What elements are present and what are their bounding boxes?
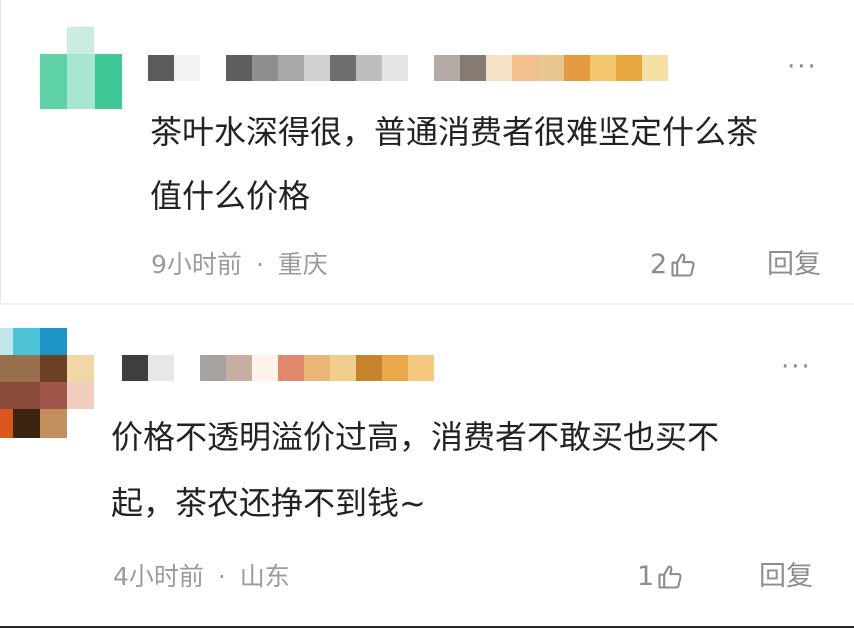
like-count: 1 bbox=[637, 561, 655, 592]
username-blurred[interactable] bbox=[122, 355, 434, 381]
more-options-button[interactable]: ··· bbox=[787, 54, 818, 80]
avatar-pixel bbox=[67, 355, 94, 382]
location: 山东 bbox=[239, 562, 290, 591]
username-pixel bbox=[304, 355, 330, 381]
reply-button[interactable]: 回复 bbox=[767, 250, 821, 280]
like-button[interactable]: 1 bbox=[637, 562, 684, 592]
avatar[interactable] bbox=[40, 27, 122, 109]
comment-meta: 4小时前 · 山东 bbox=[113, 562, 290, 592]
more-options-button[interactable]: ··· bbox=[781, 354, 812, 380]
like-count: 2 bbox=[650, 249, 668, 280]
comment-1: ··· 茶叶水深得很，普通消费者很难坚定什么茶 值什么价格 9小时前 · 重庆 … bbox=[0, 0, 854, 305]
username-pixel bbox=[174, 355, 200, 381]
avatar-pixel bbox=[67, 54, 95, 109]
username-pixel bbox=[486, 55, 512, 81]
timestamp: 9小时前 bbox=[151, 250, 242, 279]
username-pixel bbox=[408, 55, 434, 81]
comment-text-line-2: 起，茶农还挣不到钱~ bbox=[111, 484, 426, 522]
avatar-pixel bbox=[67, 382, 94, 409]
username-pixel bbox=[512, 55, 538, 81]
username-pixel bbox=[642, 55, 668, 81]
avatar[interactable] bbox=[0, 328, 94, 438]
username-pixel bbox=[408, 355, 434, 381]
avatar-pixel bbox=[13, 409, 40, 438]
username-pixel bbox=[200, 355, 226, 381]
comment-meta: 9小时前 · 重庆 bbox=[151, 250, 328, 280]
username-pixel bbox=[564, 55, 590, 81]
comment-text-line-1: 茶叶水深得很，普通消费者很难坚定什么茶 bbox=[150, 113, 759, 151]
username-pixel bbox=[356, 355, 382, 381]
avatar-pixel bbox=[40, 382, 67, 409]
username-pixel bbox=[278, 355, 304, 381]
location: 重庆 bbox=[277, 250, 328, 279]
username-pixel bbox=[382, 55, 408, 81]
username-blurred[interactable] bbox=[148, 55, 668, 81]
username-pixel bbox=[174, 55, 200, 81]
username-pixel bbox=[616, 55, 642, 81]
thumbs-up-icon bbox=[656, 563, 684, 591]
username-pixel bbox=[538, 55, 564, 81]
like-button[interactable]: 2 bbox=[650, 250, 697, 280]
username-pixel bbox=[382, 355, 408, 381]
username-pixel bbox=[226, 355, 252, 381]
username-pixel bbox=[148, 55, 174, 81]
username-pixel bbox=[304, 55, 330, 81]
username-pixel bbox=[122, 355, 148, 381]
meta-separator: · bbox=[217, 562, 226, 591]
comment-text-line-2: 值什么价格 bbox=[150, 177, 311, 215]
username-pixel bbox=[252, 355, 278, 381]
avatar-pixel bbox=[13, 328, 40, 355]
username-pixel bbox=[590, 55, 616, 81]
username-pixel bbox=[434, 55, 460, 81]
username-pixel bbox=[200, 55, 226, 81]
username-pixel bbox=[226, 55, 252, 81]
avatar-pixel bbox=[0, 355, 40, 382]
avatar-pixel bbox=[0, 409, 13, 438]
comment-2: ··· 价格不透明溢价过高，消费者不敢买也买不 起，茶农还挣不到钱~ 4小时前 … bbox=[0, 305, 854, 628]
reply-button[interactable]: 回复 bbox=[759, 562, 813, 592]
avatar-pixel bbox=[95, 54, 122, 109]
username-pixel bbox=[356, 55, 382, 81]
comment-text-line-1: 价格不透明溢价过高，消费者不敢买也买不 bbox=[111, 418, 720, 456]
username-pixel bbox=[330, 55, 356, 81]
username-pixel bbox=[278, 55, 304, 81]
avatar-pixel bbox=[67, 27, 94, 54]
avatar-pixel bbox=[40, 355, 67, 382]
timestamp: 4小时前 bbox=[113, 562, 204, 591]
username-pixel bbox=[330, 355, 356, 381]
username-pixel bbox=[252, 55, 278, 81]
username-pixel bbox=[460, 55, 486, 81]
avatar-pixel bbox=[40, 54, 67, 109]
avatar-pixel bbox=[40, 328, 67, 355]
thumbs-up-icon bbox=[669, 251, 697, 279]
meta-separator: · bbox=[255, 250, 264, 279]
username-pixel bbox=[148, 355, 174, 381]
avatar-pixel bbox=[0, 328, 13, 355]
avatar-pixel bbox=[0, 382, 40, 409]
left-edge-line bbox=[0, 0, 1, 305]
avatar-pixel bbox=[40, 409, 67, 438]
